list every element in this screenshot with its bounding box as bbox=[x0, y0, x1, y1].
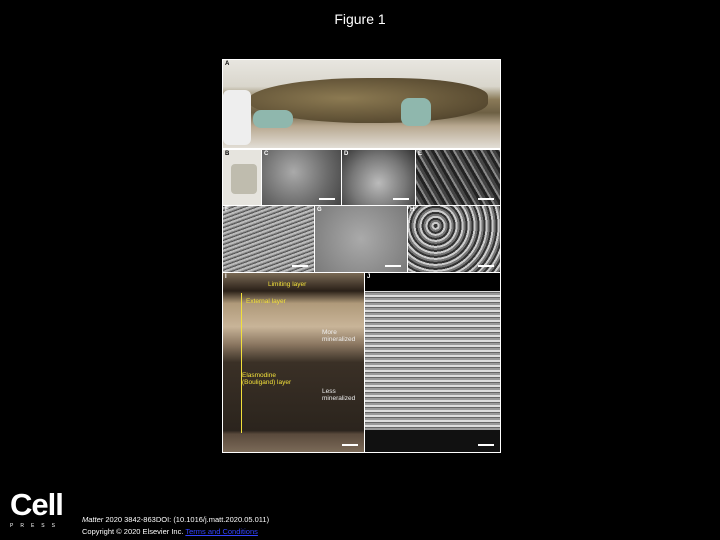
limiting-layer-label: Limiting layer bbox=[268, 281, 307, 288]
panel-f-sem: F bbox=[223, 206, 314, 272]
panel-d-sem: D bbox=[342, 150, 415, 205]
terms-link[interactable]: Terms and Conditions bbox=[185, 527, 258, 536]
panel-j-sem: J bbox=[365, 273, 500, 452]
figure: A B C D E F G H I Limiting layer Externa… bbox=[222, 59, 501, 453]
panel-h-sem: H bbox=[408, 206, 500, 272]
panel-label: G bbox=[317, 207, 322, 213]
external-layer-label: External layer bbox=[246, 298, 286, 305]
copyright-text: Copyright © 2020 Elsevier Inc. bbox=[82, 527, 186, 536]
logo-text: Cell bbox=[10, 487, 64, 522]
panel-label: C bbox=[264, 151, 269, 157]
logo-subtext: PRESS bbox=[10, 523, 62, 529]
panel-label: H bbox=[410, 207, 415, 213]
less-mineralized-label: Less mineralized bbox=[322, 388, 356, 402]
panel-label: F bbox=[225, 207, 229, 213]
cell-press-logo: Cell PRESS bbox=[10, 487, 64, 529]
panel-label: D bbox=[344, 151, 349, 157]
slide-title: Figure 1 bbox=[334, 11, 386, 27]
citation-block: Matter 2020 3842-863DOI: (10.1016/j.matt… bbox=[82, 514, 269, 538]
panel-c-sem: C bbox=[262, 150, 341, 205]
citation-text: 2020 3842-863DOI: (10.1016/j.matt.2020.0… bbox=[103, 515, 270, 524]
panel-b-scale: B bbox=[223, 150, 261, 205]
elasmodine-layer-label: Elasmodine (Bouligand) layer bbox=[242, 372, 292, 386]
panel-label: J bbox=[367, 274, 371, 280]
panel-e-sem: E bbox=[416, 150, 500, 205]
panel-g-sem: G bbox=[315, 206, 407, 272]
panel-a-fish-photo: A bbox=[223, 60, 500, 148]
panel-label: I bbox=[225, 274, 227, 280]
panel-i-optical: I Limiting layer External layer More min… bbox=[223, 273, 364, 452]
panel-label: B bbox=[225, 151, 230, 157]
panel-label: E bbox=[418, 151, 423, 157]
more-mineralized-label: More mineralized bbox=[322, 329, 356, 343]
journal-name: Matter bbox=[82, 515, 104, 524]
panel-label: A bbox=[225, 61, 230, 67]
